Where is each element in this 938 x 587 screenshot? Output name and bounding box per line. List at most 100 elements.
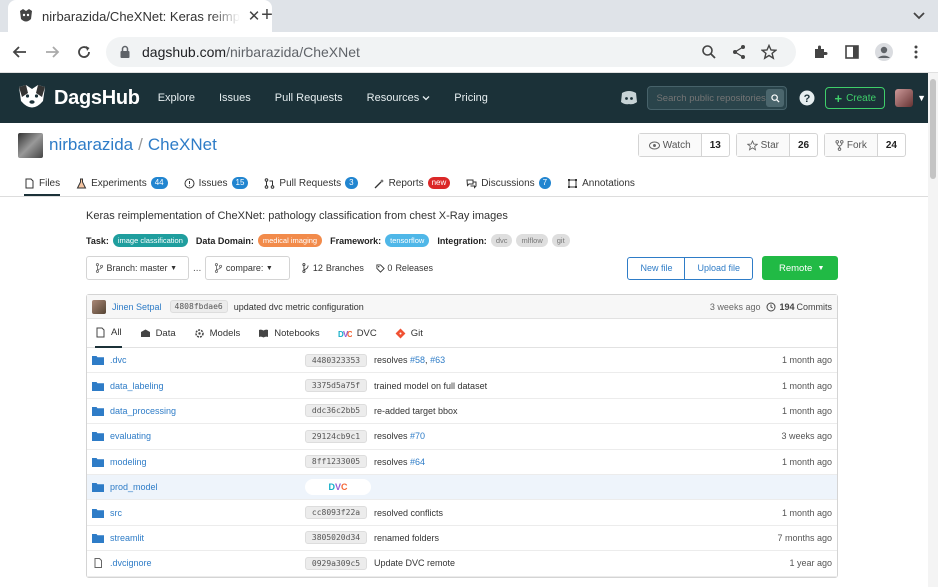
nav-resources[interactable]: Resources [367, 92, 431, 104]
side-panel-icon[interactable] [836, 38, 868, 66]
file-name[interactable]: data_labeling [110, 381, 305, 391]
integration-tag[interactable]: mlflow [516, 234, 548, 247]
file-name[interactable]: src [110, 508, 305, 518]
tab-discussions[interactable]: Discussions 7 [466, 177, 552, 196]
file-name[interactable]: evaluating [110, 431, 305, 441]
page-scrollbar[interactable] [928, 73, 938, 587]
branches-link[interactable]: 12 Branches [302, 263, 364, 273]
file-row[interactable]: src cc8093f22a resolved conflicts 1 month a… [87, 500, 837, 526]
filter-notebooks[interactable]: Notebooks [258, 319, 320, 348]
back-arrow-icon[interactable] [6, 38, 34, 66]
file-name[interactable]: modeling [110, 457, 305, 467]
zoom-icon[interactable] [694, 38, 724, 66]
releases-link[interactable]: 0 Releases [376, 263, 433, 273]
author-avatar[interactable] [92, 299, 106, 314]
commit-message[interactable]: re-added target bbox [374, 406, 782, 416]
tab-files[interactable]: Files [24, 178, 61, 196]
commit-sha[interactable]: 3805020d34 [305, 531, 367, 545]
forward-arrow-icon[interactable] [38, 38, 66, 66]
commit-sha[interactable]: 8ff1233005 [305, 455, 367, 469]
branch-select[interactable]: Branch: master ▼ [86, 256, 189, 280]
star-count[interactable]: 26 [790, 134, 817, 156]
framework-tag[interactable]: tensorflow [385, 234, 430, 247]
scrollbar-thumb[interactable] [930, 79, 936, 179]
discord-icon[interactable] [619, 88, 639, 108]
issue-link[interactable]: #64 [410, 457, 425, 467]
profile-icon[interactable] [868, 38, 900, 66]
tab-issues[interactable]: Issues 15 [184, 177, 249, 196]
commit-message[interactable]: trained model on full dataset [374, 381, 782, 391]
filter-dvc[interactable]: DVC DVC [338, 319, 377, 348]
commit-sha[interactable]: 29124cb9c1 [305, 429, 367, 443]
nav-issues[interactable]: Issues [219, 92, 251, 104]
watch-button[interactable]: Watch 13 [637, 133, 730, 157]
tab-reports[interactable]: Reports new [374, 177, 451, 196]
integration-tag[interactable]: git [551, 234, 570, 247]
star-button[interactable]: Star 26 [735, 133, 819, 157]
commits-link[interactable]: 194 Commits [766, 302, 832, 312]
share-icon[interactable] [724, 38, 754, 66]
fork-count[interactable]: 24 [878, 134, 905, 156]
chevron-down-icon[interactable] [910, 6, 928, 24]
commit-sha[interactable]: cc8093f22a [305, 506, 367, 520]
chevron-down-icon[interactable]: ▼ [917, 93, 926, 103]
commit-message[interactable]: resolves #70 [374, 431, 781, 441]
user-avatar[interactable] [895, 89, 914, 107]
commit-message[interactable]: Update DVC remote [374, 558, 789, 568]
filter-all[interactable]: All [95, 319, 122, 348]
new-tab-icon[interactable]: + [256, 4, 278, 26]
commit-message[interactable]: updated dvc metric configuration [234, 302, 710, 312]
repo-owner-link[interactable]: nirbarazida [49, 135, 133, 154]
create-button[interactable]: + Create [825, 87, 886, 109]
file-name[interactable]: .dvc [110, 355, 305, 365]
file-row[interactable]: .dvcignore 0929a309c5 Update DVC remote 1 y… [87, 551, 837, 577]
nav-pricing[interactable]: Pricing [454, 92, 488, 104]
commit-author[interactable]: Jinen Setpal [112, 302, 162, 312]
fork-button[interactable]: Fork 24 [824, 133, 906, 157]
domain-tag[interactable]: medical imaging [257, 234, 323, 247]
commit-message[interactable]: resolves #58, #63 [374, 355, 782, 365]
commit-sha[interactable]: 4480323353 [305, 353, 367, 367]
commit-sha[interactable]: 0929a309c5 [305, 556, 367, 570]
issue-link[interactable]: #58 [410, 355, 425, 365]
repo-name-link[interactable]: CheXNet [148, 135, 217, 154]
search-input[interactable] [656, 92, 767, 104]
commit-message[interactable]: renamed folders [374, 533, 777, 543]
commit-message[interactable]: resolved conflicts [374, 508, 782, 518]
commit-sha[interactable]: ddc36c2bb5 [305, 404, 367, 418]
tab-annotations[interactable]: Annotations [567, 178, 635, 196]
tab-experiments[interactable]: Experiments 44 [76, 177, 168, 196]
search-button[interactable] [766, 89, 785, 107]
file-name[interactable]: data_processing [110, 406, 305, 416]
compare-select[interactable]: compare: ▼ [205, 256, 291, 280]
new-file-button[interactable]: New file [627, 256, 686, 280]
file-row[interactable]: .dvc 4480323353 resolves #58, #63 1 month a… [87, 348, 837, 374]
kebab-menu-icon[interactable] [900, 38, 932, 66]
issue-link[interactable]: #63 [430, 355, 445, 365]
dagshub-logo[interactable]: DagsHub [16, 83, 140, 113]
task-tag[interactable]: image classification [112, 234, 188, 247]
file-row[interactable]: streamlit 3805020d34 renamed folders 7 mont… [87, 526, 837, 552]
nav-explore[interactable]: Explore [158, 92, 195, 104]
browser-tab[interactable]: nirbarazida/CheXNet: Keras reimplementat… [8, 0, 272, 32]
help-icon[interactable]: ? [799, 90, 815, 106]
file-name[interactable]: .dvcignore [110, 558, 305, 568]
nav-pull-requests[interactable]: Pull Requests [275, 92, 343, 104]
commit-message[interactable]: resolves #64 [374, 457, 782, 467]
tab-pull-requests[interactable]: Pull Requests 3 [264, 177, 358, 196]
integration-tag[interactable]: dvc [490, 234, 513, 247]
address-bar[interactable]: dagshub.com/nirbarazida/CheXNet [106, 37, 796, 67]
file-row[interactable]: data_processing ddc36c2bb5 re-added target… [87, 399, 837, 425]
file-name[interactable]: streamlit [110, 533, 305, 543]
extensions-puzzle-icon[interactable] [804, 38, 836, 66]
file-row[interactable]: evaluating 29124cb9c1 resolves #70 3 weeks … [87, 424, 837, 450]
reload-icon[interactable] [70, 38, 98, 66]
watch-count[interactable]: 13 [702, 134, 729, 156]
file-row[interactable]: modeling 8ff1233005 resolves #64 1 month ag… [87, 450, 837, 475]
issue-link[interactable]: #70 [410, 431, 425, 441]
file-row[interactable]: data_labeling 3375d5a75f trained model on … [87, 373, 837, 399]
filter-git[interactable]: Git [395, 319, 423, 348]
commit-sha[interactable]: 4808fbdae6 [169, 300, 228, 313]
file-name[interactable]: prod_model [110, 482, 305, 492]
file-row[interactable]: prod_model D V C [87, 474, 837, 501]
